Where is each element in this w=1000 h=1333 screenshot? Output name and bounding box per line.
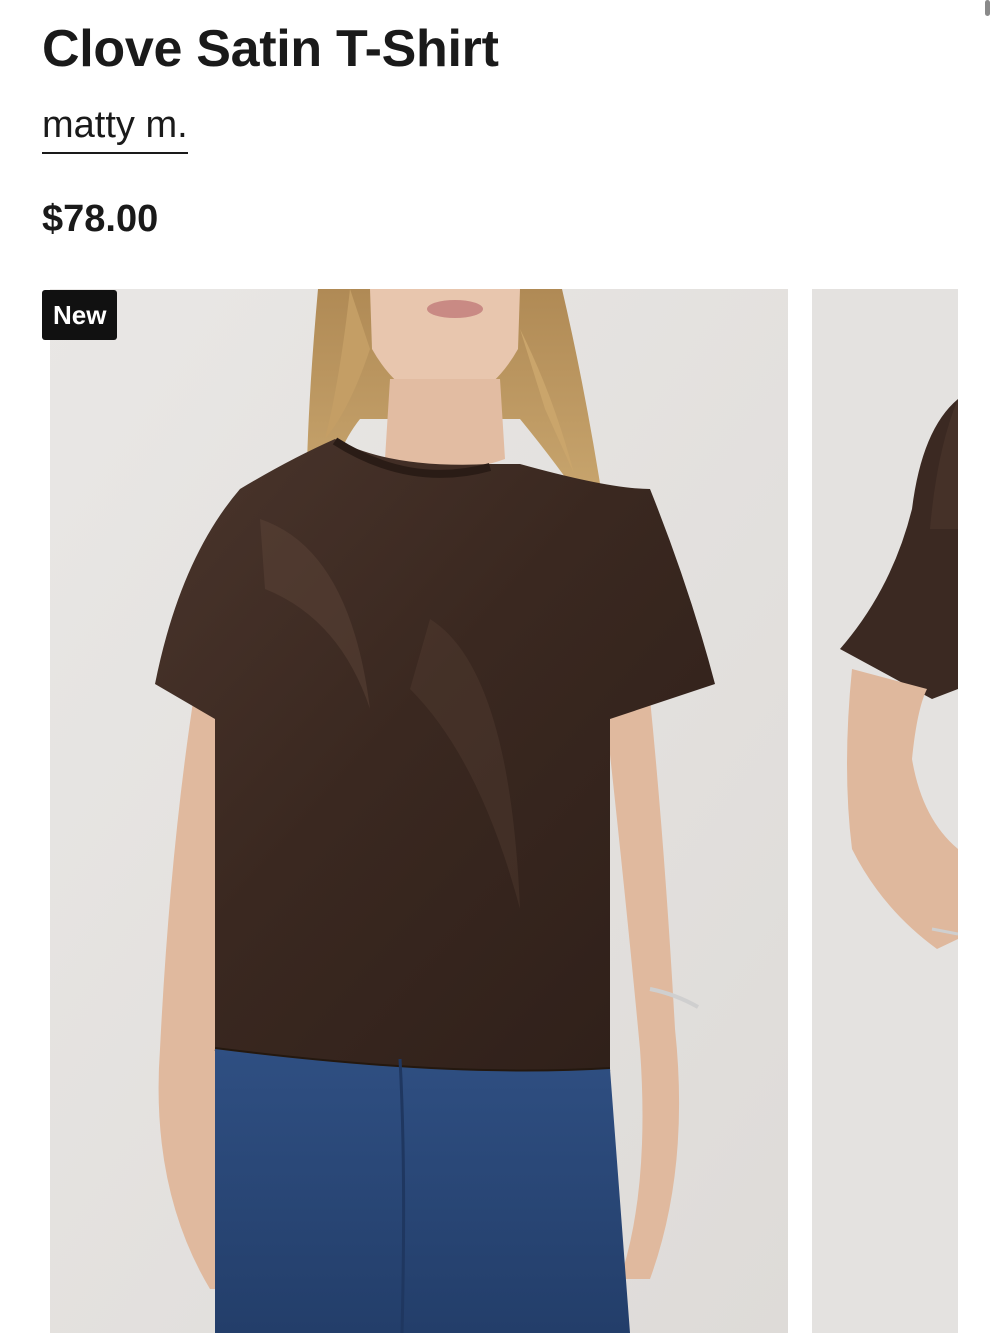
product-page: Clove Satin T-Shirt matty m. $78.00 New xyxy=(0,0,1000,1333)
product-price: $78.00 xyxy=(42,198,159,240)
product-title: Clove Satin T-Shirt xyxy=(42,20,499,78)
new-badge: New xyxy=(42,290,118,340)
brand-link[interactable]: matty m. xyxy=(42,100,188,154)
product-image-main[interactable] xyxy=(50,289,788,1333)
product-image-secondary[interactable] xyxy=(812,289,958,1333)
product-photo-side xyxy=(812,289,958,1333)
product-photo-front xyxy=(50,289,788,1333)
image-carousel[interactable] xyxy=(0,289,1000,1333)
scroll-indicator[interactable] xyxy=(985,0,990,16)
